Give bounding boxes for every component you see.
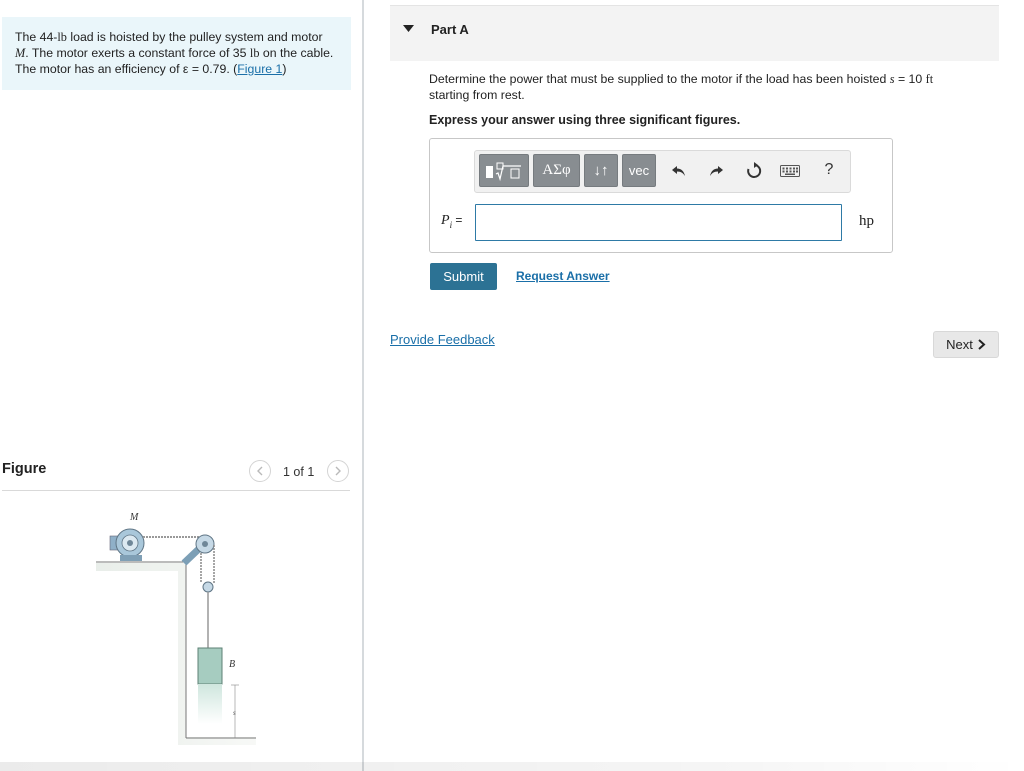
subscript-superscript-button[interactable]: ↓↑ — [584, 154, 618, 187]
caret-down-icon[interactable] — [403, 25, 414, 33]
equals-sign: = — [452, 213, 463, 227]
request-answer-link[interactable]: Request Answer — [516, 269, 610, 283]
part-title: Part A — [431, 22, 469, 37]
chevron-right-icon — [978, 339, 986, 350]
answer-variable-label: Pi = — [441, 213, 462, 230]
problem-text: ) — [282, 62, 287, 76]
answer-unit: hp — [859, 213, 874, 229]
left-panel: The 44-lb load is hoisted by the pulley … — [0, 0, 362, 771]
greek-symbols-button[interactable]: ΑΣφ — [533, 154, 580, 187]
keyboard-icon — [780, 165, 800, 177]
fraction-sqrt-template-icon — [486, 162, 521, 181]
unit-lb: lb — [57, 30, 67, 44]
question-fragment: = 10 — [894, 72, 926, 86]
templates-button[interactable] — [479, 154, 529, 187]
motor-label: M — [129, 512, 139, 523]
redo-button[interactable] — [706, 161, 726, 181]
problem-text: The 44- — [15, 30, 58, 44]
pulley-figure: M B s — [96, 512, 256, 745]
provide-feedback-link[interactable]: Provide Feedback — [390, 332, 495, 347]
problem-text: load is hoisted by the pulley system and… — [66, 30, 323, 44]
problem-statement: The 44-lb load is hoisted by the pulley … — [2, 17, 351, 90]
keyboard-button[interactable] — [780, 161, 800, 181]
answer-input[interactable] — [475, 204, 842, 241]
help-button[interactable]: ? — [819, 160, 839, 180]
next-figure-button[interactable] — [327, 460, 349, 482]
var-m: M — [15, 46, 26, 60]
panel-divider — [362, 0, 364, 771]
reset-button[interactable] — [744, 161, 764, 181]
figure-divider — [2, 490, 350, 491]
question-text: Determine the power that must be supplie… — [429, 71, 989, 103]
chevron-right-icon — [335, 466, 341, 476]
figure-pager: 1 of 1 — [283, 465, 315, 479]
instruction-text: Express your answer using three signific… — [429, 113, 741, 127]
figure-heading: Figure — [2, 461, 47, 477]
vector-button[interactable]: vec — [622, 154, 656, 187]
bottom-shadow — [0, 762, 1024, 771]
undo-button[interactable] — [669, 161, 689, 181]
problem-text: . The motor exerts a constant force of 3… — [25, 46, 250, 60]
part-header[interactable] — [390, 5, 999, 61]
figure-link[interactable]: Figure 1 — [237, 62, 282, 76]
unit-ft: ft — [925, 72, 934, 86]
distance-label: s — [233, 709, 236, 717]
var-p: P — [441, 213, 450, 228]
chevron-left-icon — [257, 466, 263, 476]
load-label: B — [229, 659, 235, 670]
next-button[interactable]: Next — [933, 331, 999, 358]
previous-figure-button[interactable] — [249, 460, 271, 482]
next-label: Next — [946, 337, 973, 352]
reset-icon — [747, 162, 762, 178]
undo-icon — [672, 166, 685, 176]
redo-icon — [710, 166, 723, 176]
question-fragment: starting from rest. — [429, 88, 525, 102]
question-fragment: Determine the power that must be supplie… — [429, 72, 890, 86]
submit-button[interactable]: Submit — [430, 263, 497, 290]
